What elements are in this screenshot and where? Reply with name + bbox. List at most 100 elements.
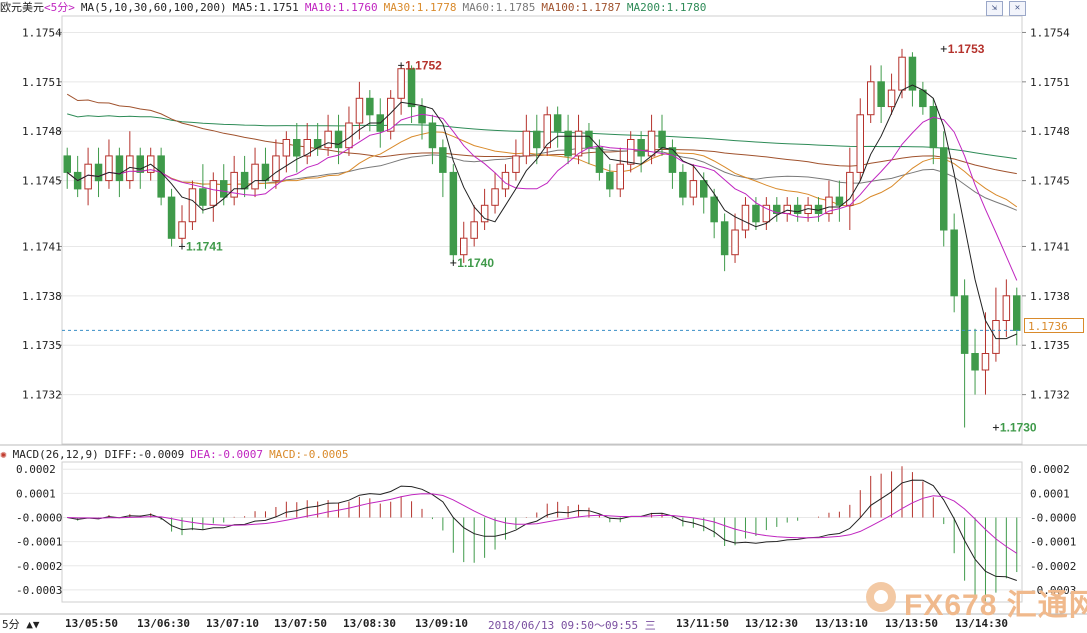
candle-up (689, 180, 698, 198)
candle-up (1002, 295, 1011, 321)
price-tick-label-left: 1.1735 (22, 339, 62, 352)
candle-down (971, 353, 979, 371)
ma30-value: MA30:1.1778 (383, 1, 457, 14)
candle-down (637, 139, 645, 157)
candle-down (1013, 295, 1021, 331)
candle-down (439, 147, 447, 173)
high-price-label: 1.1752 (405, 58, 442, 72)
candle-up (460, 237, 468, 256)
price-tick-label-right: 1.1738 (1030, 290, 1070, 303)
candle-up (992, 320, 1000, 354)
candle-down (679, 171, 687, 198)
macd-label: MACD(26,12,9) (12, 448, 99, 461)
x-tick-label: 13/07:10 (206, 617, 259, 630)
macd-value: MACD:-0.0005 (269, 448, 349, 461)
price-tick-label-right: 1.1741 (1030, 240, 1070, 253)
chart-canvas: 1.1754 1.1754 1.1751 1.1751 1.1748 1.1748 1.17… (0, 15, 1087, 615)
candle-down (658, 130, 666, 149)
candle-down (167, 196, 176, 239)
macd-tick-label-left: 0.0001 (16, 487, 56, 500)
candle-down (136, 155, 144, 173)
candle-up (783, 204, 791, 215)
price-tick-label-left: 1.1745 (22, 175, 62, 188)
candle-down (334, 130, 343, 149)
period-selector[interactable]: 5分 ▲▼ (2, 616, 40, 632)
candle-down (94, 163, 103, 182)
candle-down (940, 147, 948, 231)
candle-down (449, 171, 458, 256)
candle-down (960, 295, 969, 354)
candle-up (188, 188, 197, 223)
macd-dea: DEA:-0.0007 (190, 448, 264, 461)
macd-diff: DIFF:-0.0009 (104, 448, 185, 461)
candle-up (303, 139, 311, 157)
ma60-value: MA60:1.1785 (462, 1, 536, 14)
price-tick-label-left: 1.1732 (22, 389, 62, 402)
low-price-label: 1.1741 (186, 239, 223, 253)
macd-tick-label-right: -0.0000 (1030, 512, 1076, 525)
high-price-label: 1.1753 (948, 42, 985, 56)
macd-tick-label-left: -0.0000 (16, 512, 62, 525)
candle-down (366, 97, 374, 116)
x-tick-label: 13/09:10 (415, 617, 468, 630)
candle-up (981, 353, 990, 371)
candle-down (157, 155, 165, 198)
period-tag[interactable]: <5分> (44, 1, 75, 14)
x-tick-label: 13/08:30 (343, 617, 396, 630)
macd-tick-label-right: 0.0001 (1030, 487, 1070, 500)
candle-down (428, 122, 437, 149)
x-tick-label: 13/12:30 (745, 617, 798, 630)
macd-tick-label-right: 0.0002 (1030, 463, 1070, 476)
crosshair-time-note: 2018/06/13 09:50～09:55 三 (488, 619, 656, 632)
candle-up (251, 163, 259, 190)
price-tick-label-right: 1.1735 (1030, 339, 1070, 352)
candle-up (741, 204, 750, 231)
ma5-value: MA5:1.1751 (232, 1, 299, 14)
candle-down (63, 155, 71, 173)
candle-down (606, 171, 614, 190)
candle-up (178, 221, 186, 239)
candle-down (919, 89, 927, 108)
x-tick-label: 13/06:30 (137, 617, 190, 630)
candle-down (752, 204, 760, 223)
candle-up (105, 155, 113, 182)
low-price-label: 1.1740 (457, 256, 494, 270)
candle-up (627, 139, 635, 165)
macd-settings-icon[interactable]: ✺ (0, 448, 7, 461)
zoom-toggle-icon[interactable]: ⇲ (986, 1, 1003, 16)
close-panel-icon[interactable]: ✕ (1009, 1, 1026, 16)
watermark-text: FX678 汇通网 (904, 589, 1087, 622)
candle-up (470, 221, 478, 239)
price-tick-label-left: 1.1751 (22, 76, 62, 89)
candle-up (856, 114, 864, 173)
macd-tick-label-left: -0.0003 (16, 584, 62, 597)
price-tick-label-right: 1.1751 (1030, 76, 1070, 89)
symbol-name: 欧元美元 (0, 1, 44, 14)
low-price-label: 1.1730 (1000, 421, 1037, 435)
watermark-logo-icon (866, 582, 896, 612)
ma200-value: MA200:1.1780 (626, 1, 707, 14)
x-tick-label: 13/13:10 (815, 617, 868, 630)
candle-up (898, 56, 906, 91)
candle-up (522, 130, 531, 157)
candle-down (407, 68, 416, 108)
candle-up (397, 68, 405, 99)
chart-header: 欧元美元<5分> MA(5,10,30,60,100,200) MA5:1.1751… (0, 0, 1087, 16)
ma100-value: MA100:1.1787 (541, 1, 621, 14)
candle-down (293, 139, 301, 157)
x-tick-label: 13/05:50 (65, 617, 118, 630)
x-tick-label: 13/11:50 (676, 617, 729, 630)
candle-up (731, 229, 739, 256)
candle-down (710, 196, 718, 223)
price-tick-label-right: 1.1745 (1030, 175, 1070, 188)
price-tick-label-left: 1.1738 (22, 290, 62, 303)
price-tick-label-right: 1.1754 (1030, 26, 1070, 39)
macd-tick-label-left: 0.0002 (16, 463, 56, 476)
candle-down (564, 130, 572, 157)
candle-up (355, 97, 364, 124)
candle-down (950, 229, 958, 297)
candle-down (585, 130, 593, 149)
candle-up (867, 81, 875, 116)
macd-tick-label-right: -0.0002 (1030, 560, 1076, 573)
candle-down (835, 196, 844, 206)
